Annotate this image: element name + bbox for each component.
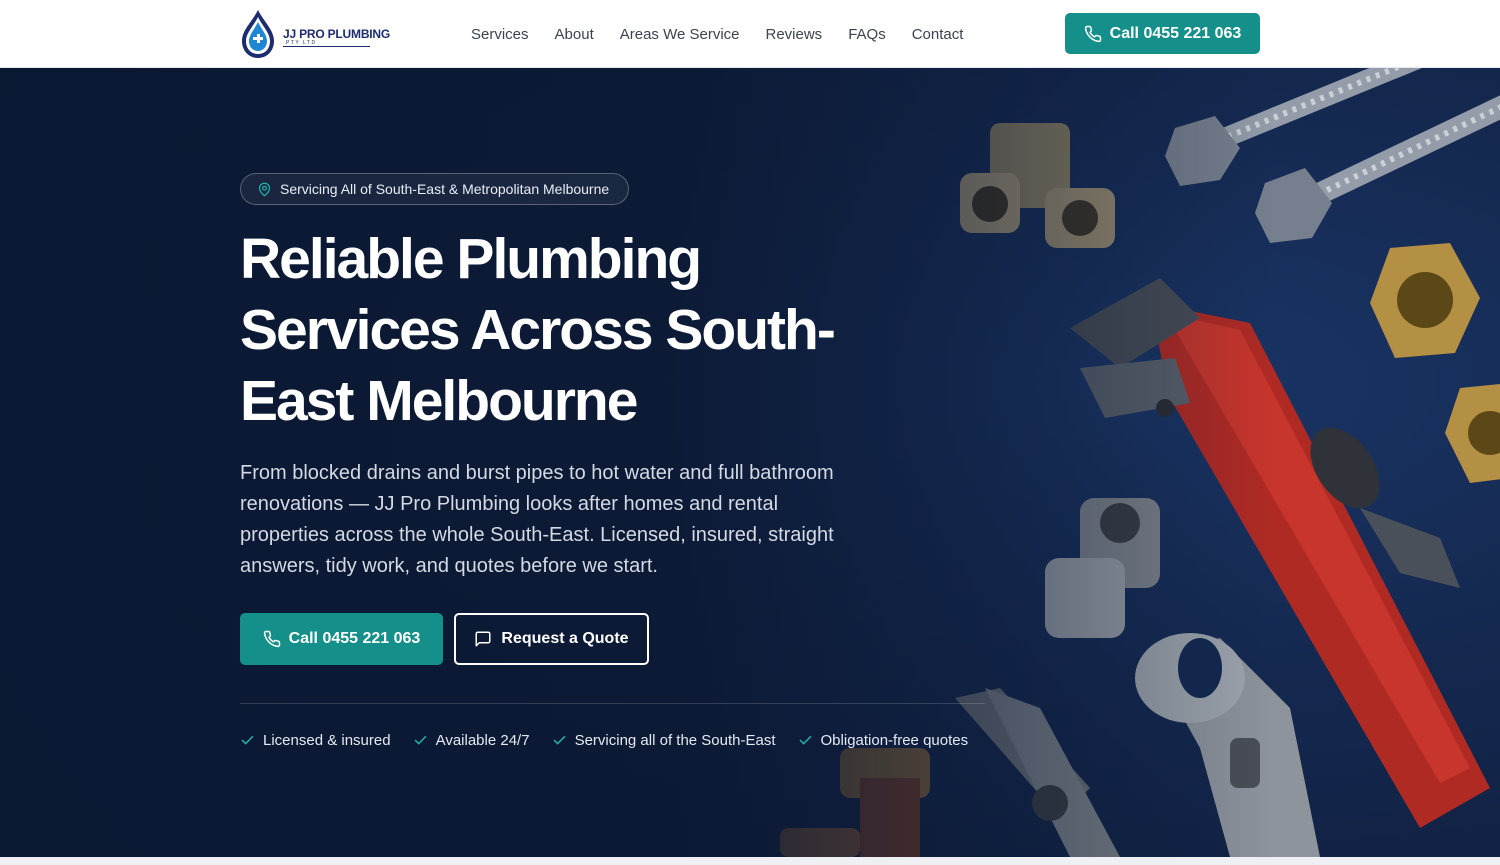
hero-lead-text: From blocked drains and burst pipes to h… [240,462,834,577]
feature-item: Licensed & insured [240,732,391,749]
request-quote-label: Request a Quote [501,630,629,647]
nav-faqs[interactable]: FAQs [848,26,886,43]
service-area-badge: Servicing All of South-East & Metropolit… [240,173,629,205]
header-call-button[interactable]: Call 0455 221 063 [1065,13,1260,54]
hero-section: Servicing All of South-East & Metropolit… [0,68,1500,857]
check-icon [552,733,567,748]
main-nav: Services About Areas We Service Reviews … [471,0,963,68]
feature-list: Licensed & insured Available 24/7 Servic… [240,730,968,750]
chat-bubble-icon [474,630,492,648]
nav-areas[interactable]: Areas We Service [620,26,740,43]
hero-call-button[interactable]: Call 0455 221 063 [240,613,443,665]
nav-services[interactable]: Services [471,26,529,43]
brand-underline [283,46,370,47]
hero-call-label: Call 0455 221 063 [288,630,421,647]
hero-headline: Reliable Plumbing Services Across South-… [240,227,836,433]
brand-name: JJ PRO PLUMBING [283,27,391,41]
feature-label: Available 24/7 [435,731,530,749]
feature-label: Obligation-free quotes [820,731,969,749]
feature-item: Available 24/7 [413,732,530,749]
check-icon [240,733,255,748]
feature-item: Obligation-free quotes [798,731,969,749]
next-section-edge [0,857,1500,865]
phone-icon [1084,25,1102,43]
hero-divider [240,703,985,704]
check-icon [798,733,813,748]
nav-reviews[interactable]: Reviews [766,26,823,43]
feature-label: Licensed & insured [263,731,391,749]
service-area-text: Servicing All of South-East & Metropolit… [280,181,610,197]
feature-item: Servicing all of the South-East [552,732,776,749]
nav-contact[interactable]: Contact [912,26,964,43]
phone-icon [263,630,281,648]
check-icon [413,733,428,748]
feature-label: Servicing all of the South-East [574,731,776,749]
header-call-label: Call 0455 221 063 [1109,24,1242,42]
nav-about[interactable]: About [555,26,594,43]
site-header: JJ PRO PLUMBING PTY LTD Services About A… [0,0,1500,68]
map-pin-icon [257,182,272,197]
request-quote-button[interactable]: Request a Quote [454,613,649,665]
